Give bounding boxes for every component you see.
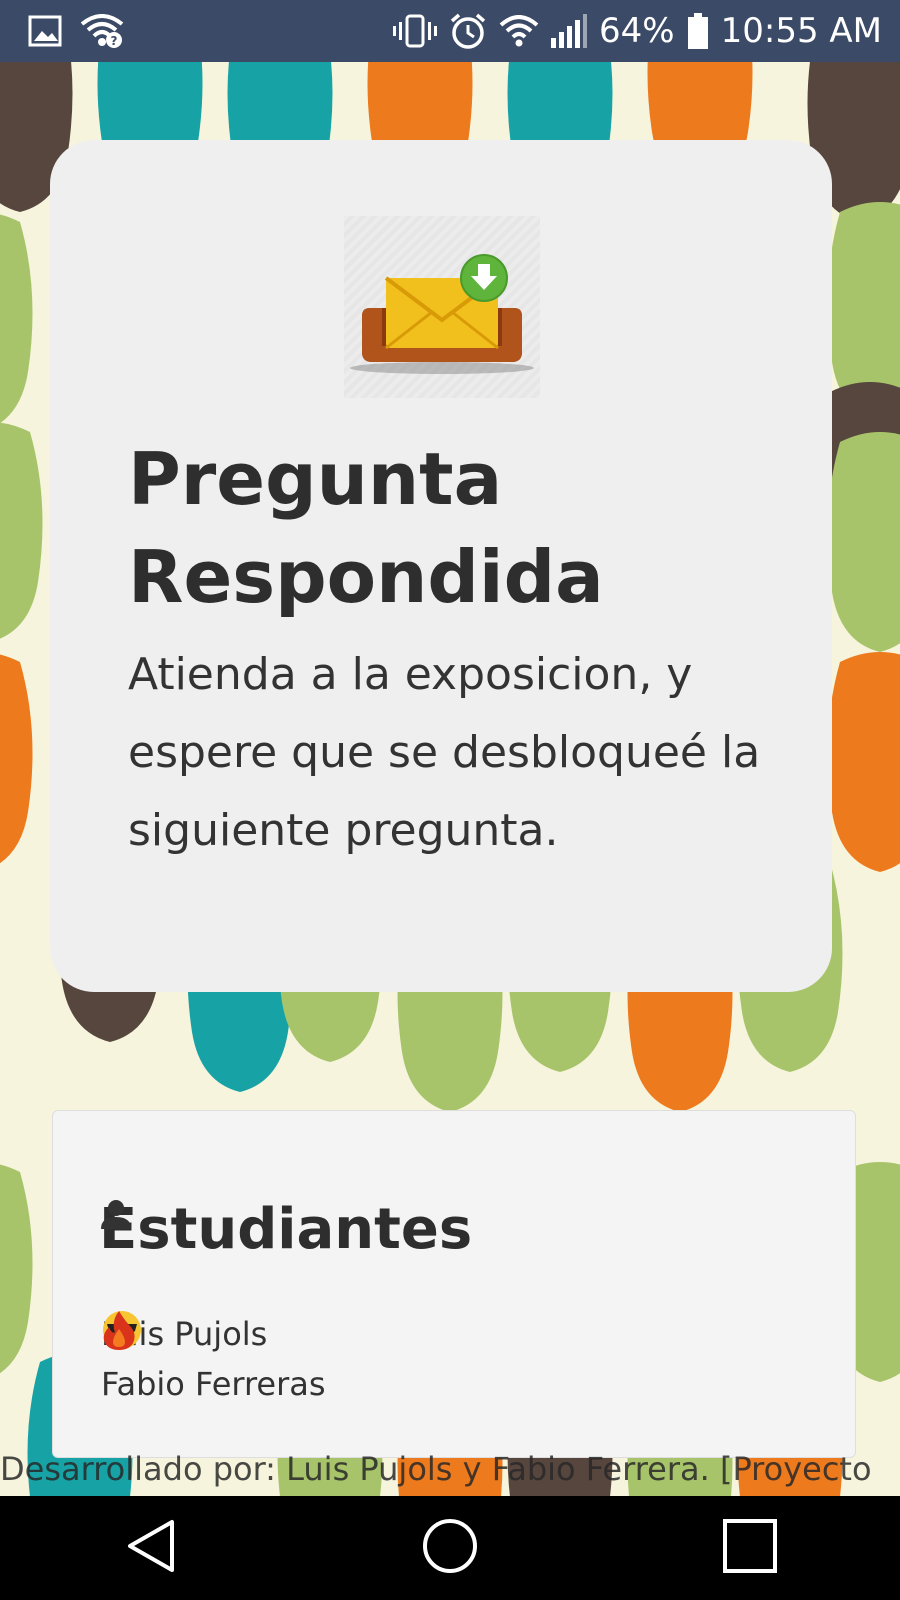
student-item: Fabio Ferreras [101, 1311, 330, 1409]
recents-icon [722, 1518, 778, 1579]
students-list: Luis Pujols Fabio Ferreras [101, 1309, 330, 1409]
svg-text:?: ? [111, 34, 118, 48]
title-line-2: Respondida [128, 535, 604, 619]
battery-percent: 64% [599, 11, 675, 51]
wifi-icon [499, 15, 539, 47]
footer-credits: Desarrollado por: Luis Pujols y Fabio Fe… [0, 1450, 872, 1488]
recents-button[interactable] [695, 1508, 805, 1588]
home-button[interactable] [395, 1508, 505, 1588]
page-title: Pregunta Respondida [128, 430, 768, 626]
mail-download-icon [344, 216, 540, 398]
navigation-bar [0, 1496, 900, 1600]
wallpaper-background: Pregunta Respondida Atienda a la exposic… [0, 62, 900, 1496]
title-line-1: Pregunta [128, 437, 503, 521]
battery-icon [687, 13, 709, 49]
home-icon [421, 1517, 479, 1580]
vibrate-icon [393, 14, 438, 48]
back-icon [124, 1518, 176, 1579]
students-title-text: Estudiantes [99, 1197, 473, 1262]
image-icon [28, 15, 62, 47]
back-button[interactable] [95, 1508, 205, 1588]
wifi-question-icon: ? [80, 14, 124, 48]
instruction-message: Atienda a la exposicion, y espere que se… [128, 649, 761, 856]
clock-time: 10:55 AM [720, 11, 882, 51]
alarm-icon [449, 13, 487, 49]
student-name: Fabio Ferreras [101, 1365, 326, 1403]
students-card: Estudiantes Luis Pujols Fabio Ferreras [52, 1110, 856, 1458]
answered-question-card: Pregunta Respondida Atienda a la exposic… [50, 140, 832, 992]
students-heading: Estudiantes [99, 1197, 492, 1262]
status-bar: ? 64% 10:55 AM [0, 0, 900, 62]
signal-icon [551, 14, 588, 48]
